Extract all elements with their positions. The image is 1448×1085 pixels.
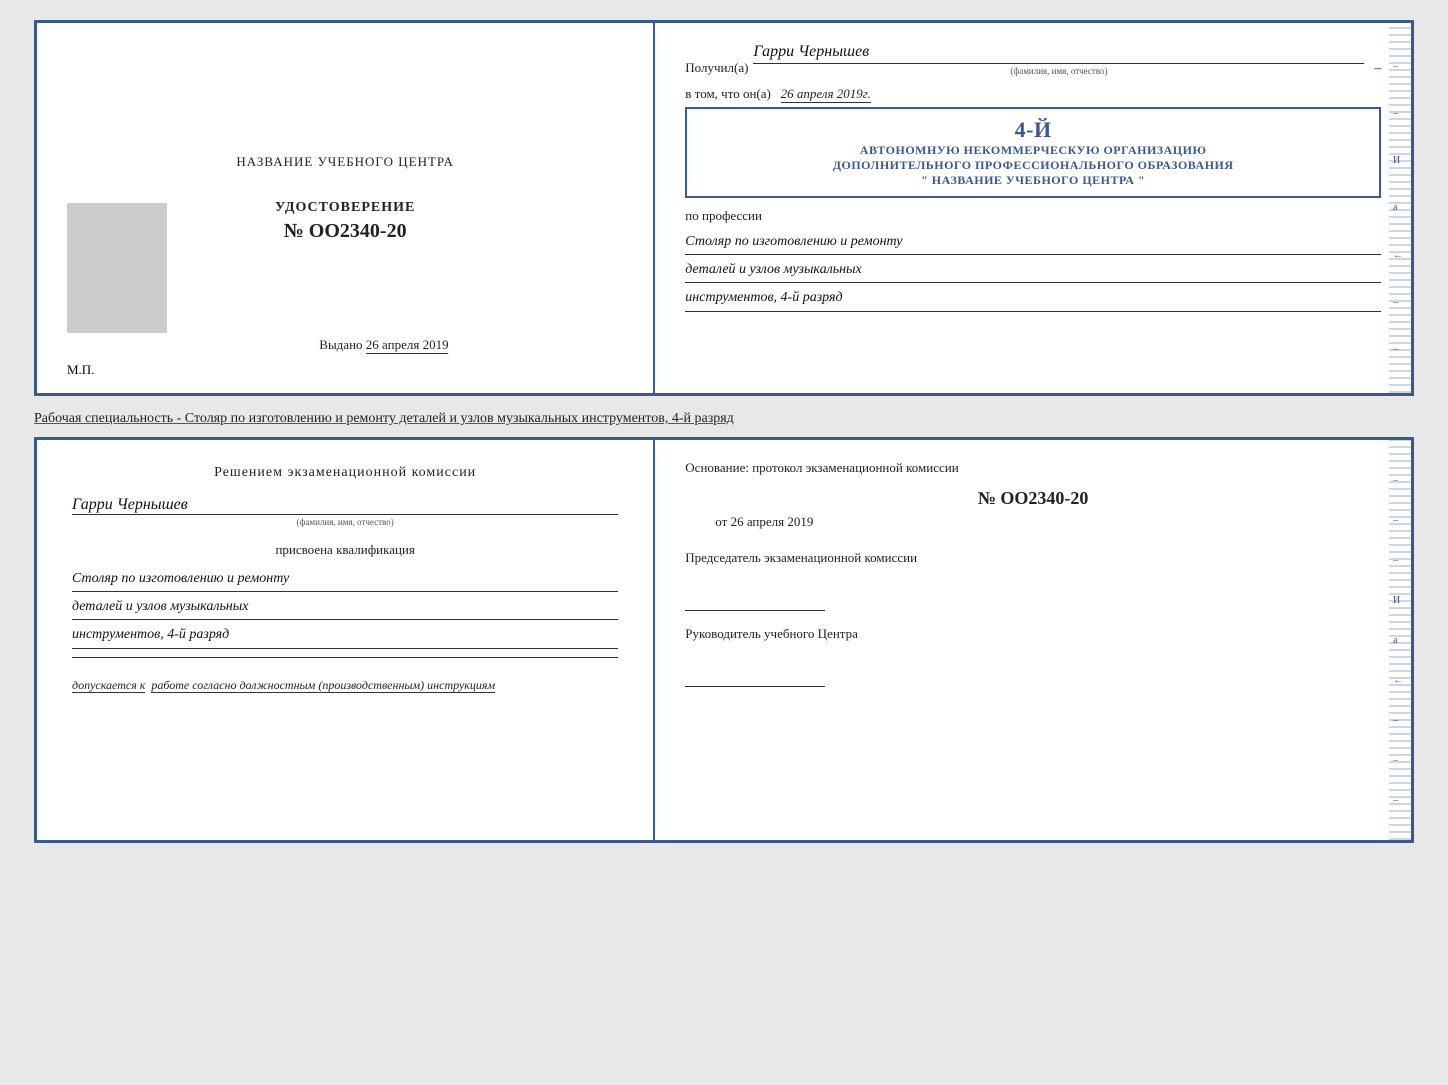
cert-number: № OO2340-20 [275,220,415,243]
stamp-line3: " НАЗВАНИЕ УЧЕБНОГО ЦЕНТРА " [699,173,1367,188]
profession-line2-bottom: деталей и узлов музыкальных [72,594,618,620]
profession-line2-top: деталей и узлов музыкальных [685,257,1381,283]
prisvoena-text: присвоена квалификация [72,542,618,558]
cert-issued-label: Выдано [319,337,362,352]
photo-placeholder [67,203,167,333]
recipient-prefix: Получил(а) [685,60,748,76]
cert-issued-date: 26 апреля 2019 [366,337,449,354]
protocol-number: № OO2340-20 [685,488,1381,509]
chairman-block: Председатель экзаменационной комиссии [685,550,1381,611]
bottom-certificate: Решением экзаменационной комиссии Гарри … [34,437,1414,843]
cert-label: УДОСТОВЕРЕНИЕ [275,200,415,216]
mp-label: М.П. [67,362,94,378]
document-container: НАЗВАНИЕ УЧЕБНОГО ЦЕНТРА УДОСТОВЕРЕНИЕ №… [34,20,1414,843]
ot-date: от 26 апреля 2019 [685,514,1381,530]
cert-top-title: НАЗВАНИЕ УЧЕБНОГО ЦЕНТРА [236,154,453,170]
vtom-line: в том, что он(а) 26 апреля 2019г. [685,86,1381,102]
recipient-subtitle-top: (фамилия, имя, отчество) [753,66,1364,76]
profession-text-top: Столяр по изготовлению и ремонту деталей… [685,229,1381,312]
profession-text-bottom: Столяр по изготовлению и ремонту деталей… [72,566,618,649]
recipient-line: Получил(а) Гарри Чернышев (фамилия, имя,… [685,43,1381,76]
recipient-name-top: Гарри Чернышев [753,43,1364,64]
head-title: Руководитель учебного Центра [685,626,1381,642]
right-chars: – – И а ← – – [1393,43,1407,373]
stamp-box: 4-й АВТОНОМНУЮ НЕКОММЕРЧЕСКУЮ ОРГАНИЗАЦИ… [685,107,1381,198]
stamp-line1: АВТОНОМНУЮ НЕКОММЕРЧЕСКУЮ ОРГАНИЗАЦИЮ [699,143,1367,158]
cert-bottom-right: Основание: протокол экзаменационной коми… [655,440,1411,840]
profession-line1-top: Столяр по изготовлению и ремонту [685,229,1381,255]
po-professii: по профессии [685,208,1381,224]
chairman-sig-line [685,591,825,611]
stamp-line2: ДОПОЛНИТЕЛЬНОГО ПРОФЕССИОНАЛЬНОГО ОБРАЗО… [699,158,1367,173]
dopuskaetsya-prefix: допускается к [72,678,145,693]
dopuskaetsya-block: допускается к работе согласно должностны… [72,678,618,693]
commission-title: Решением экзаменационной комиссии [72,465,618,481]
recipient-dash: – [1374,60,1381,76]
caption-text: Рабочая специальность - Столяр по изгото… [34,406,1414,432]
date-val: 26 апреля 2019г. [781,86,871,103]
dopuskaetsya-val: работе согласно должностным (производств… [151,678,495,693]
stamp-big: 4-й [699,117,1367,143]
profession-line3-bottom: инструментов, 4-й разряд [72,622,618,648]
cert-top-right: Получил(а) Гарри Чернышев (фамилия, имя,… [655,23,1411,393]
chairman-title: Председатель экзаменационной комиссии [685,550,1381,566]
ot-prefix: от [715,514,727,529]
vtom-text: в том, что он(а) [685,86,771,101]
cert-number-section: УДОСТОВЕРЕНИЕ № OO2340-20 [275,200,415,243]
right-chars-bottom: – – – И а ← – – – [1393,460,1407,820]
head-sig-line [685,667,825,687]
profession-line3-top: инструментов, 4-й разряд [685,285,1381,311]
cert-issued: Выдано 26 апреля 2019 [319,337,448,353]
head-block: Руководитель учебного Центра [685,626,1381,687]
osnovaniye: Основание: протокол экзаменационной коми… [685,460,1381,476]
cert-top-left: НАЗВАНИЕ УЧЕБНОГО ЦЕНТРА УДОСТОВЕРЕНИЕ №… [37,23,655,393]
ot-date-val: 26 апреля 2019 [731,514,814,529]
recipient-name-bottom: Гарри Чернышев [72,496,618,515]
cert-bottom-left: Решением экзаменационной комиссии Гарри … [37,440,655,840]
top-certificate: НАЗВАНИЕ УЧЕБНОГО ЦЕНТРА УДОСТОВЕРЕНИЕ №… [34,20,1414,396]
profession-line1-bottom: Столяр по изготовлению и ремонту [72,566,618,592]
recipient-subtitle-bottom: (фамилия, имя, отчество) [72,517,618,527]
